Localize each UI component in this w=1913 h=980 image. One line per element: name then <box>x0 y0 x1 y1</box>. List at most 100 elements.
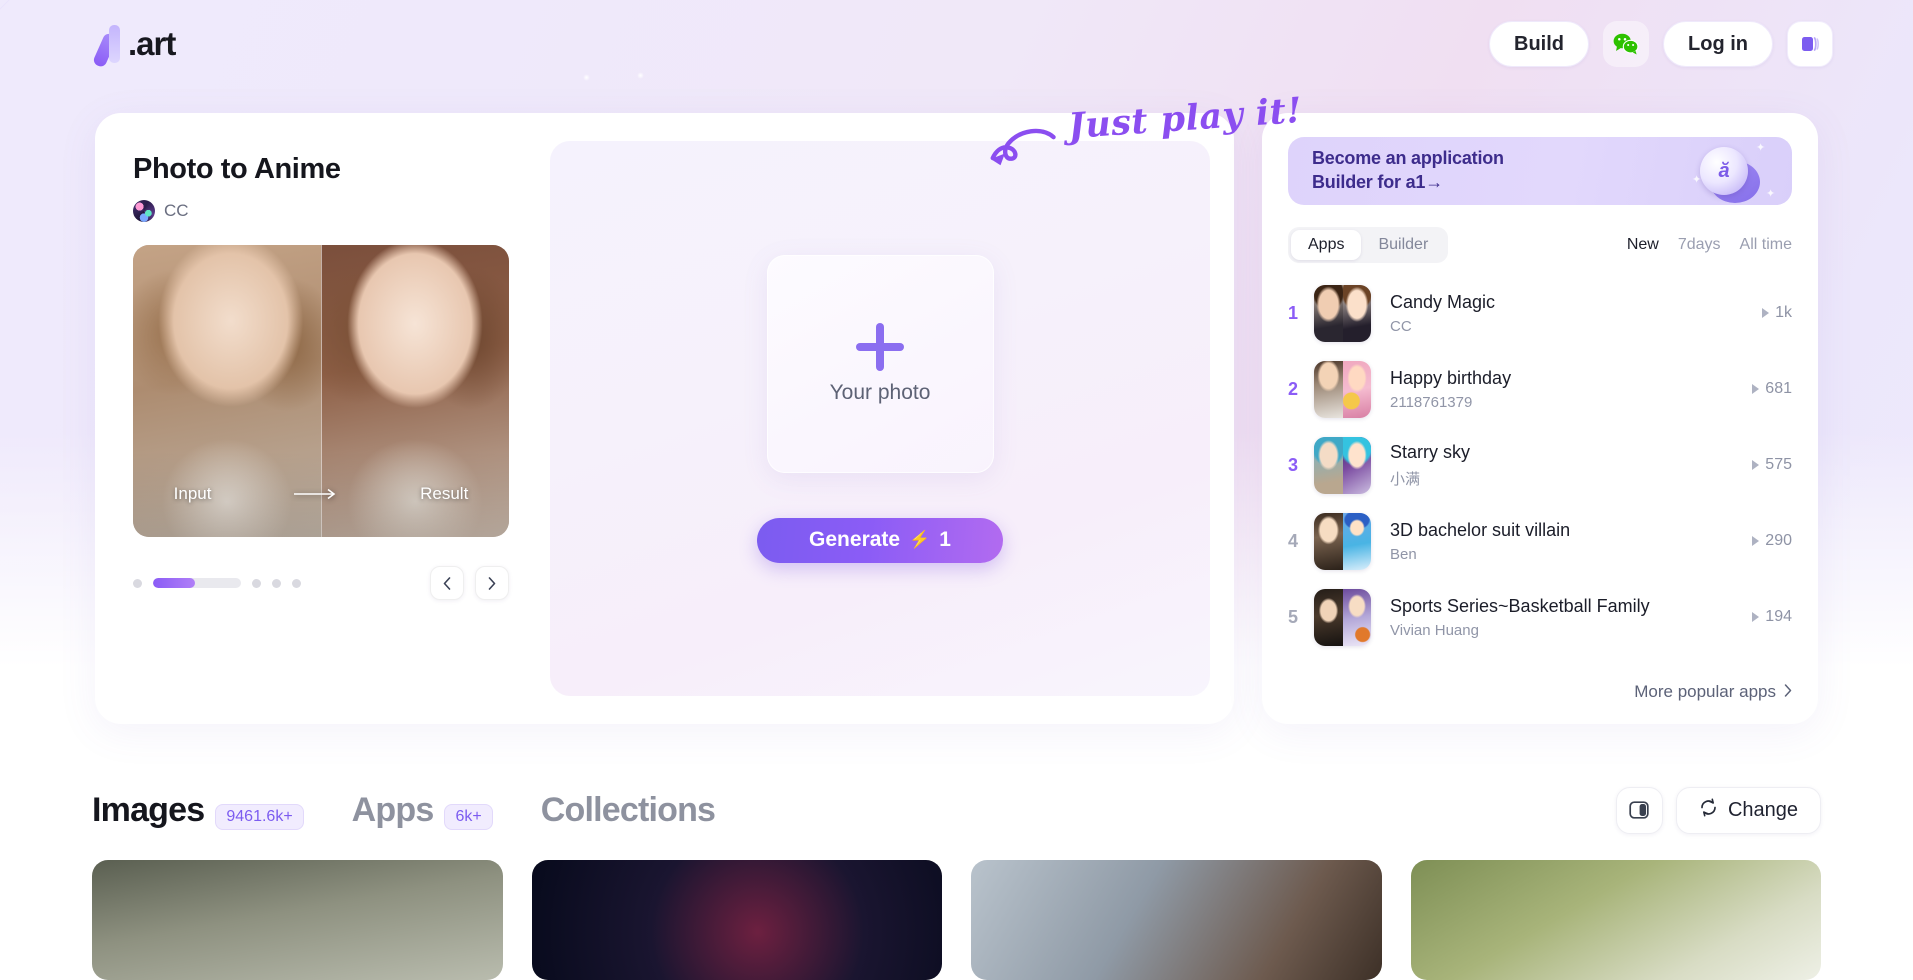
gallery-card[interactable] <box>1410 860 1821 980</box>
before-after-preview[interactable]: Input Result <box>133 245 509 537</box>
app-author: 2118761379 <box>1390 393 1473 411</box>
builder-promo-banner[interactable]: Become an application Builder for a1→ ӑ … <box>1288 137 1792 205</box>
tab-apps[interactable]: Apps <box>1291 230 1362 260</box>
tab-collections[interactable]: Collections <box>540 790 716 830</box>
change-button[interactable]: Change <box>1675 786 1821 834</box>
logo-text: .art <box>128 25 176 62</box>
build-button[interactable]: Build <box>1489 21 1590 67</box>
app-author: CC <box>1390 317 1412 335</box>
carousel-dot-active[interactable] <box>153 578 241 588</box>
app-title: 3D bachelor suit villain <box>1390 519 1571 540</box>
app-thumbnail <box>1314 284 1371 342</box>
gallery-card[interactable] <box>971 860 1382 980</box>
bolt-icon: ⚡ <box>909 530 931 549</box>
tab-apps-label: Apps <box>351 790 435 829</box>
tab-builder[interactable]: Builder <box>1361 230 1445 260</box>
refresh-icon <box>1699 797 1718 823</box>
ranked-app-list: 1 Candy Magic CC 1k 2 Happy birthday 211… <box>1288 275 1792 655</box>
tab-images[interactable]: Images 9461.6k+ <box>92 791 304 830</box>
explore-header: Images 9461.6k+ Apps 6k+ Collections Cha… <box>0 760 1913 860</box>
panel-tabs: Apps Builder New 7days All time <box>1288 227 1792 263</box>
filter-7days[interactable]: 7days <box>1678 236 1721 254</box>
tab-images-badge: 9461.6k+ <box>215 803 304 830</box>
play-count: 194 <box>1752 608 1792 626</box>
list-item[interactable]: 2 Happy birthday 2118761379 681 <box>1288 351 1792 427</box>
rank-number: 5 <box>1288 606 1299 627</box>
login-button[interactable]: Log in <box>1663 21 1773 67</box>
time-filters: New 7days All time <box>1627 236 1792 254</box>
play-count: 681 <box>1752 380 1792 398</box>
logo-mark-icon <box>92 25 126 69</box>
promo-text: Become an application Builder for a1→ <box>1312 147 1504 195</box>
tab-collections-label: Collections <box>540 790 716 829</box>
list-item[interactable]: 5 Sports Series~Basketball Family Vivian… <box>1288 579 1792 655</box>
top-header: .art Build Log in <box>0 0 1913 88</box>
more-popular-apps-link[interactable]: More popular apps <box>1634 682 1792 702</box>
generate-button[interactable]: Generate ⚡ 1 <box>757 517 1003 563</box>
app-info-pane: Photo to Anime CC Input Result <box>95 113 550 724</box>
logo[interactable]: .art <box>92 25 176 69</box>
app-author[interactable]: CC <box>133 200 550 222</box>
app-author: 小满 <box>1390 470 1421 488</box>
filter-all-time[interactable]: All time <box>1740 236 1792 254</box>
carousel-dot[interactable] <box>133 578 142 588</box>
explore-section: Images 9461.6k+ Apps 6k+ Collections Cha… <box>0 760 1913 980</box>
app-title: Sports Series~Basketball Family <box>1390 595 1650 616</box>
app-title: Happy birthday <box>1390 367 1512 388</box>
tab-images-label: Images <box>92 790 205 829</box>
layout-panel-icon[interactable] <box>1615 786 1663 834</box>
author-name: CC <box>164 201 189 220</box>
carousel-controls <box>133 566 509 600</box>
app-thumbnail <box>1314 588 1371 646</box>
preview-labels: Input Result <box>133 451 509 537</box>
arrow-right-icon <box>293 488 339 500</box>
play-icon <box>1752 460 1760 470</box>
carousel-prev-button[interactable] <box>430 566 464 600</box>
play-count: 575 <box>1752 456 1792 474</box>
upload-label: Your photo <box>829 380 931 404</box>
app-info: 3D bachelor suit villain Ben <box>1390 520 1752 563</box>
carousel-dots[interactable] <box>133 578 301 588</box>
list-item[interactable]: 4 3D bachelor suit villain Ben 290 <box>1288 503 1792 579</box>
rank-number: 4 <box>1288 530 1299 551</box>
tab-apps[interactable]: Apps 6k+ <box>352 791 493 830</box>
change-label: Change <box>1727 798 1798 821</box>
app-info: Sports Series~Basketball Family Vivian H… <box>1390 596 1752 639</box>
avatar <box>133 200 155 222</box>
library-icon[interactable] <box>1787 21 1833 67</box>
tab-apps-badge: 6k+ <box>444 803 493 830</box>
chevron-right-icon <box>1784 682 1792 702</box>
wechat-icon[interactable] <box>1603 21 1650 67</box>
play-icon <box>1762 308 1770 318</box>
carousel-next-button[interactable] <box>475 566 509 600</box>
rank-number: 2 <box>1288 378 1299 399</box>
filter-new[interactable]: New <box>1627 236 1659 254</box>
generate-credits: 1 <box>939 528 951 551</box>
carousel-dot[interactable] <box>252 578 261 588</box>
generate-label: Generate <box>809 528 901 551</box>
app-info: Candy Magic CC <box>1390 292 1762 335</box>
segmented-control: Apps Builder <box>1288 227 1449 263</box>
app-detail-card: Photo to Anime CC Input Result Your phot… <box>95 113 1234 724</box>
photo-upload-dropzone[interactable]: Your photo <box>766 254 994 473</box>
coins-icon: ӑ ✦ ✦ ✦ <box>1692 142 1775 203</box>
rank-number: 1 <box>1288 302 1299 323</box>
list-item[interactable]: 1 Candy Magic CC 1k <box>1288 275 1792 351</box>
popular-apps-card: Become an application Builder for a1→ ӑ … <box>1262 113 1818 724</box>
more-label: More popular apps <box>1634 682 1776 701</box>
gallery-card[interactable] <box>531 860 942 980</box>
carousel-dot[interactable] <box>272 578 281 588</box>
page-title: Photo to Anime <box>133 153 341 185</box>
app-info: Starry sky 小满 <box>1390 442 1752 489</box>
plus-icon <box>856 322 904 371</box>
app-info: Happy birthday 2118761379 <box>1390 368 1752 411</box>
carousel-dot[interactable] <box>292 578 301 588</box>
play-icon <box>1752 536 1760 546</box>
header-actions: Build Log in <box>1489 21 1833 67</box>
result-label: Result <box>420 484 469 503</box>
image-gallery <box>0 860 1913 980</box>
app-thumbnail <box>1314 360 1371 418</box>
gallery-card[interactable] <box>92 860 503 980</box>
input-label: Input <box>173 484 212 503</box>
list-item[interactable]: 3 Starry sky 小满 575 <box>1288 427 1792 503</box>
